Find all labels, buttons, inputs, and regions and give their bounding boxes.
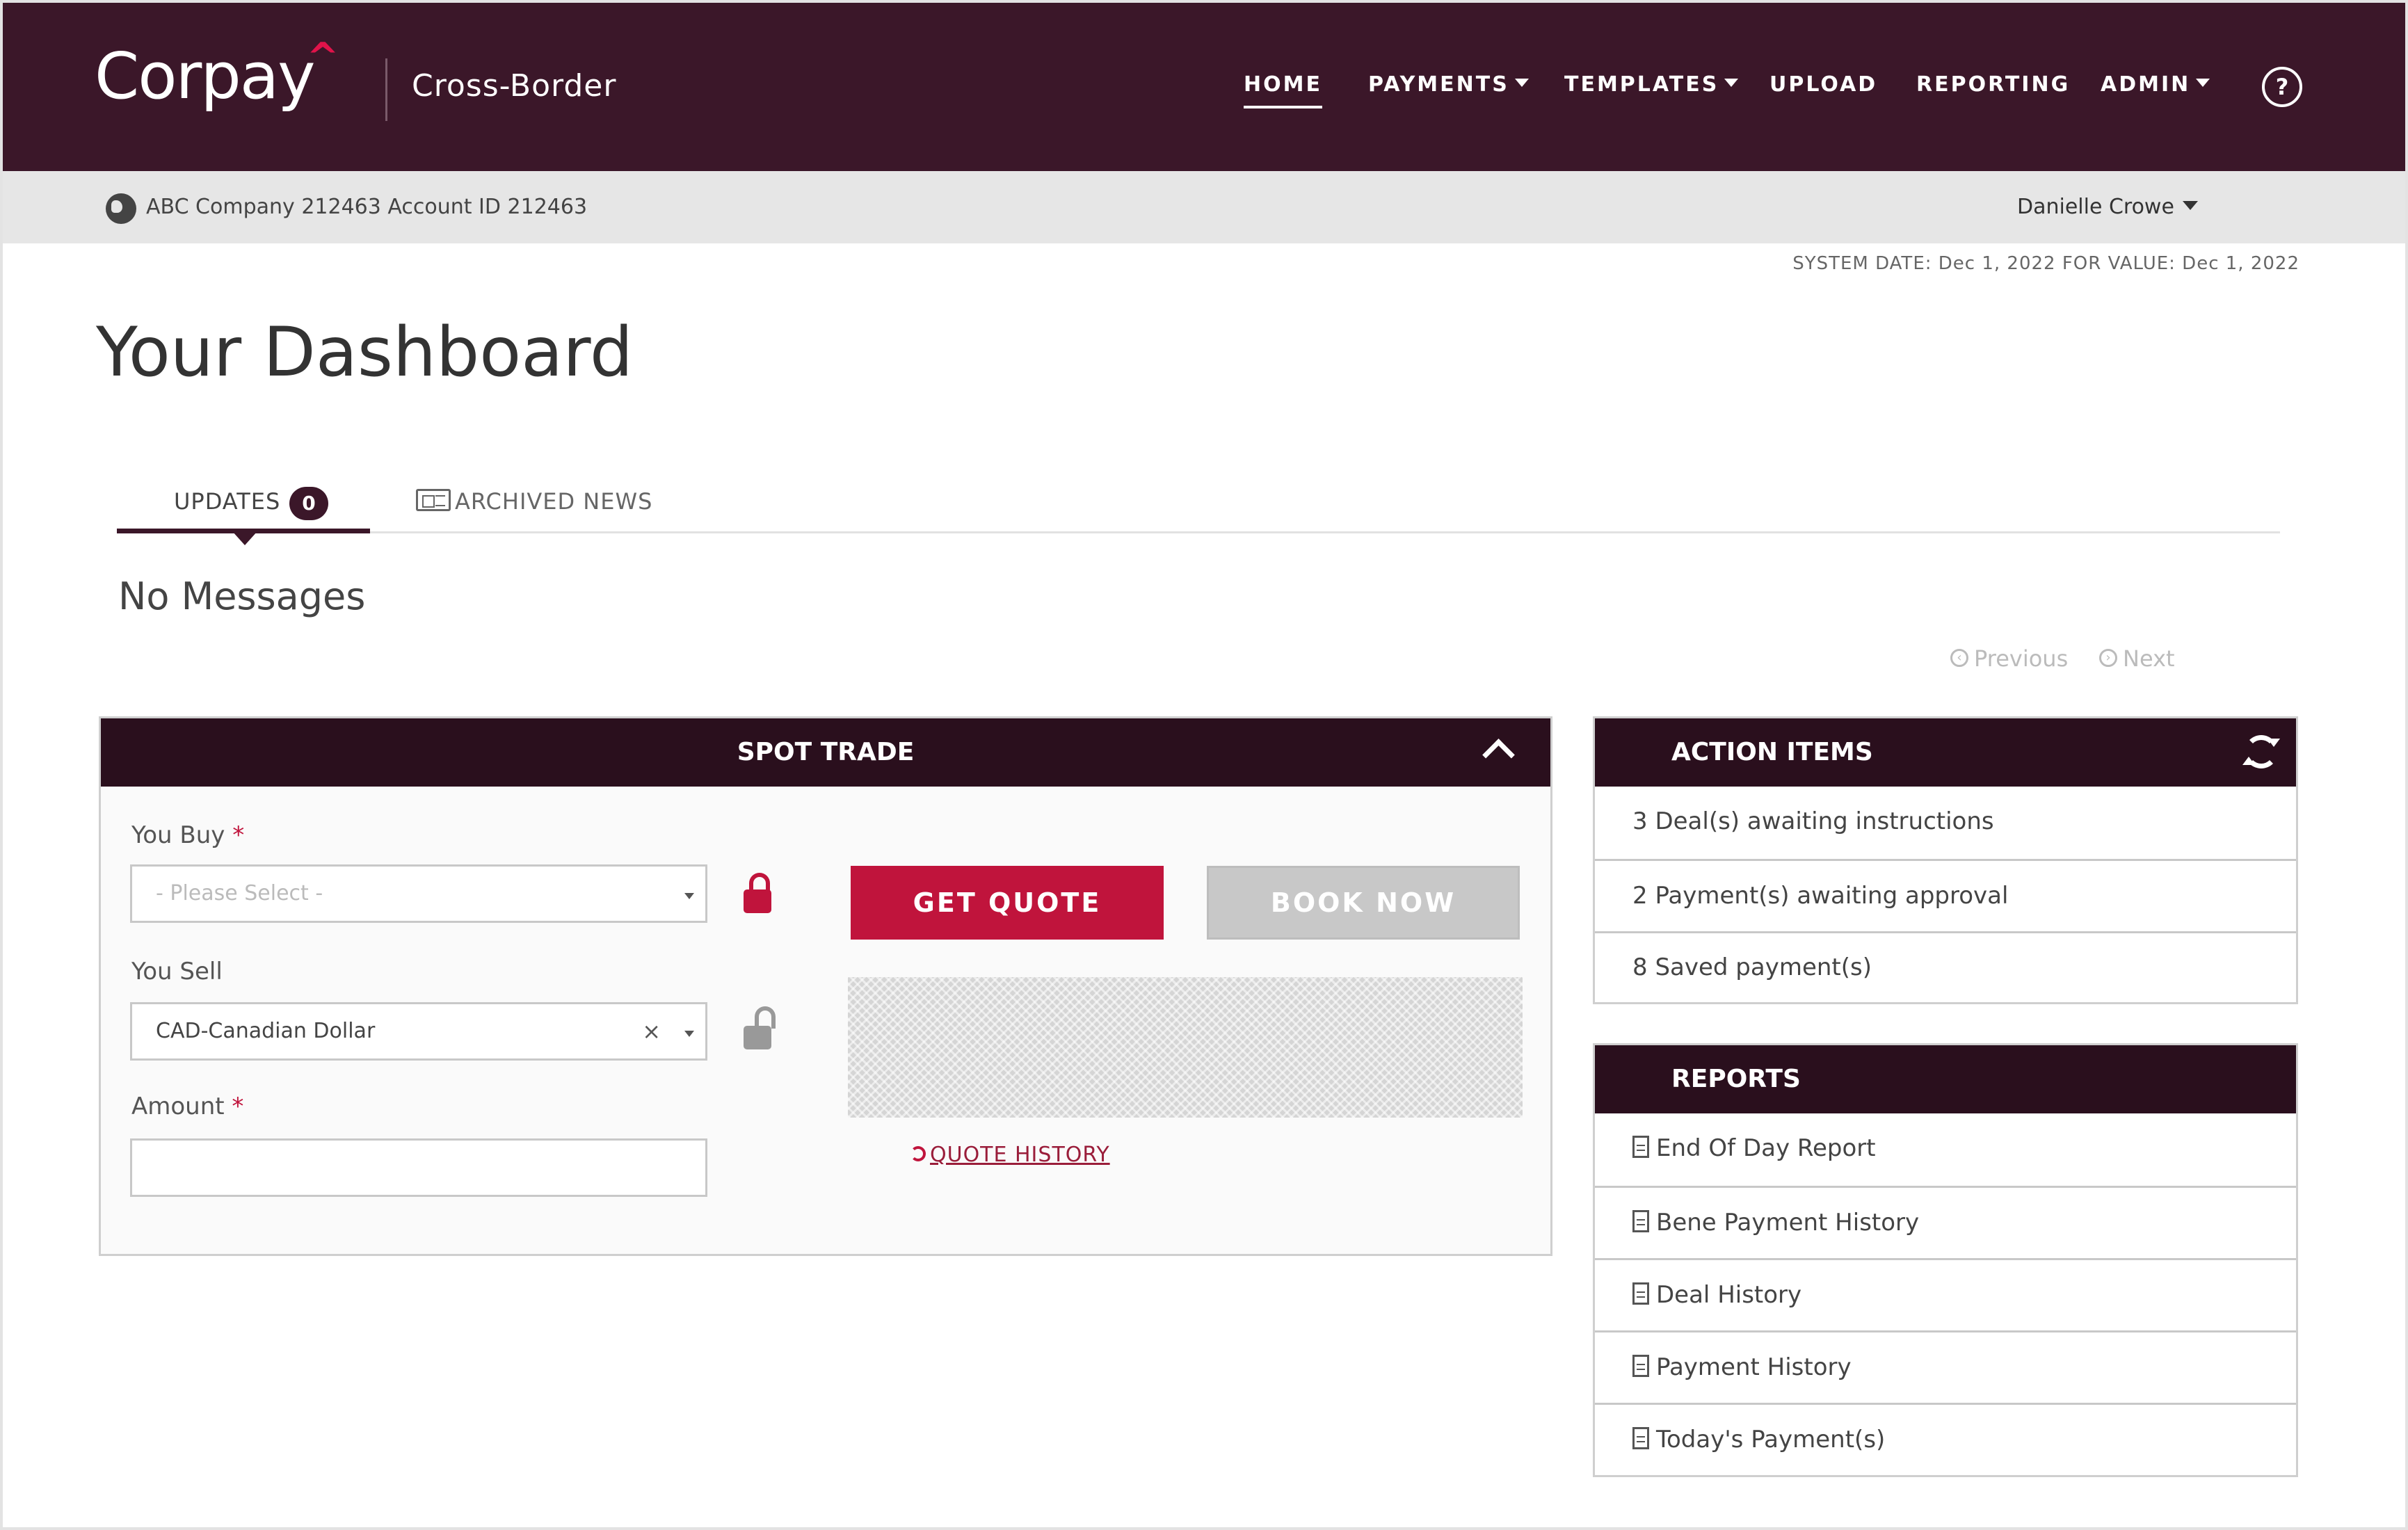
caret-down-icon xyxy=(2182,201,2198,210)
reports-header: REPORTS xyxy=(1595,1045,2296,1113)
nav-templates-label: TEMPLATES xyxy=(1564,72,1719,97)
next-label: Next xyxy=(2123,645,2175,672)
report-label: End Of Day Report xyxy=(1656,1134,1876,1162)
caret-down-icon xyxy=(2196,78,2210,87)
tab-archived-label: ARCHIVED NEWS xyxy=(455,488,653,515)
report-label: Today's Payment(s) xyxy=(1656,1426,1886,1454)
action-items-panel: ACTION ITEMS 3 Deal(s) awaiting instruct… xyxy=(1593,716,2298,1004)
report-label: Deal History xyxy=(1656,1281,1802,1309)
book-now-button[interactable]: BOOK NOW xyxy=(1207,866,1520,940)
report-item[interactable]: Payment History xyxy=(1595,1330,2296,1403)
tabs-divider xyxy=(117,531,2280,533)
spot-trade-panel: SPOT TRADE You Buy * - Please Select - Y… xyxy=(99,716,1552,1256)
nav-templates[interactable]: TEMPLATES xyxy=(1564,72,1739,97)
app-window: Corpay ^ Cross-Border HOME PAYMENTS TEMPL… xyxy=(0,0,2408,1530)
report-item[interactable]: Today's Payment(s) xyxy=(1595,1403,2296,1475)
lock-open-icon[interactable] xyxy=(744,1006,776,1049)
globe-icon xyxy=(106,193,136,224)
action-item[interactable]: 2 Payment(s) awaiting approval xyxy=(1595,859,2296,931)
tab-archived-news[interactable]: ARCHIVED NEWS xyxy=(416,488,652,515)
action-item[interactable]: 3 Deal(s) awaiting instructions xyxy=(1595,787,2296,859)
document-icon xyxy=(1632,1135,1649,1158)
you-buy-label-text: You Buy xyxy=(131,821,225,849)
spot-trade-title: SPOT TRADE xyxy=(737,738,915,766)
you-buy-label: You Buy * xyxy=(131,821,244,849)
get-quote-button[interactable]: GET QUOTE xyxy=(851,866,1164,940)
brand-divider xyxy=(385,58,387,121)
account-info: ABC Company 212463 Account ID 212463 xyxy=(146,195,588,219)
nav-reporting-label: REPORTING xyxy=(1916,72,2071,97)
next-button[interactable]: › Next xyxy=(2099,645,2175,672)
you-sell-value: CAD-Canadian Dollar xyxy=(156,1019,376,1043)
nav-reporting[interactable]: REPORTING xyxy=(1916,72,2070,97)
lock-closed-icon[interactable] xyxy=(744,873,771,913)
history-icon xyxy=(910,1145,926,1161)
nav-home[interactable]: HOME xyxy=(1244,72,1322,108)
quote-placeholder-area xyxy=(848,977,1523,1118)
action-items-title: ACTION ITEMS xyxy=(1671,738,1873,766)
tab-updates[interactable]: UPDATES xyxy=(174,488,280,515)
system-date: SYSTEM DATE: Dec 1, 2022 FOR VALUE: Dec … xyxy=(1792,253,2299,274)
nav-upload[interactable]: UPLOAD xyxy=(1769,72,1877,97)
amount-label-text: Amount xyxy=(131,1093,225,1120)
required-mark: * xyxy=(232,1093,244,1120)
report-item[interactable]: End Of Day Report xyxy=(1595,1113,2296,1186)
quote-history-link[interactable]: QUOTE HISTORY xyxy=(910,1143,1110,1167)
updates-count-badge: 0 xyxy=(289,487,328,520)
required-mark: * xyxy=(232,821,245,849)
caret-down-icon xyxy=(1724,78,1739,87)
collapse-chevron-icon[interactable] xyxy=(1482,739,1515,771)
refresh-icon[interactable] xyxy=(2242,735,2280,768)
help-icon[interactable]: ? xyxy=(2262,67,2302,107)
caret-down-icon xyxy=(1514,78,1529,87)
reports-title: REPORTS xyxy=(1671,1065,1801,1093)
previous-label: Previous xyxy=(1974,645,2069,672)
you-buy-select[interactable]: - Please Select - xyxy=(130,864,707,923)
document-icon xyxy=(1632,1209,1649,1232)
logo-caret-icon: ^ xyxy=(306,35,339,80)
logo-text: Corpay xyxy=(95,39,316,113)
amount-input[interactable] xyxy=(130,1138,707,1197)
nav-admin[interactable]: ADMIN xyxy=(2101,72,2210,97)
nav-home-label: HOME xyxy=(1244,72,1322,97)
reports-panel: REPORTS End Of Day Report Bene Payment H… xyxy=(1593,1043,2298,1477)
no-messages-text: No Messages xyxy=(118,574,366,618)
newspaper-icon xyxy=(416,489,451,511)
report-label: Payment History xyxy=(1656,1353,1852,1381)
document-icon xyxy=(1632,1282,1649,1305)
nav-admin-label: ADMIN xyxy=(2101,72,2191,97)
spot-trade-header: SPOT TRADE xyxy=(101,718,1550,787)
quote-history-label: QUOTE HISTORY xyxy=(930,1143,1110,1167)
user-menu[interactable]: Danielle Crowe xyxy=(2017,195,2198,219)
product-name: Cross-Border xyxy=(412,68,617,104)
arrow-left-circle-icon: ‹ xyxy=(1950,649,1968,667)
nav-payments-label: PAYMENTS xyxy=(1368,72,1509,97)
corpay-logo[interactable]: Corpay ^ xyxy=(95,35,339,113)
active-tab-notch xyxy=(232,531,257,545)
report-item[interactable]: Deal History xyxy=(1595,1258,2296,1330)
action-item[interactable]: 8 Saved payment(s) xyxy=(1595,931,2296,1002)
report-label: Bene Payment History xyxy=(1656,1209,1920,1237)
page-title: Your Dashboard xyxy=(96,313,634,392)
you-buy-placeholder: - Please Select - xyxy=(156,881,323,905)
report-item[interactable]: Bene Payment History xyxy=(1595,1186,2296,1258)
nav-upload-label: UPLOAD xyxy=(1769,72,1878,97)
you-sell-select[interactable]: CAD-Canadian Dollar × xyxy=(130,1002,707,1061)
user-name: Danielle Crowe xyxy=(2017,195,2174,219)
clear-icon[interactable]: × xyxy=(642,1004,661,1058)
previous-button[interactable]: ‹ Previous xyxy=(1950,645,2068,672)
document-icon xyxy=(1632,1426,1649,1449)
action-items-header: ACTION ITEMS xyxy=(1595,718,2296,787)
chevron-down-icon xyxy=(684,1031,694,1037)
amount-label: Amount * xyxy=(131,1093,243,1120)
arrow-right-circle-icon: › xyxy=(2099,649,2117,667)
you-sell-label: You Sell xyxy=(131,958,223,985)
document-icon xyxy=(1632,1354,1649,1377)
top-navbar: Corpay ^ Cross-Border HOME PAYMENTS TEMPL… xyxy=(3,3,2405,171)
nav-payments[interactable]: PAYMENTS xyxy=(1368,72,1529,97)
chevron-down-icon xyxy=(684,893,694,899)
